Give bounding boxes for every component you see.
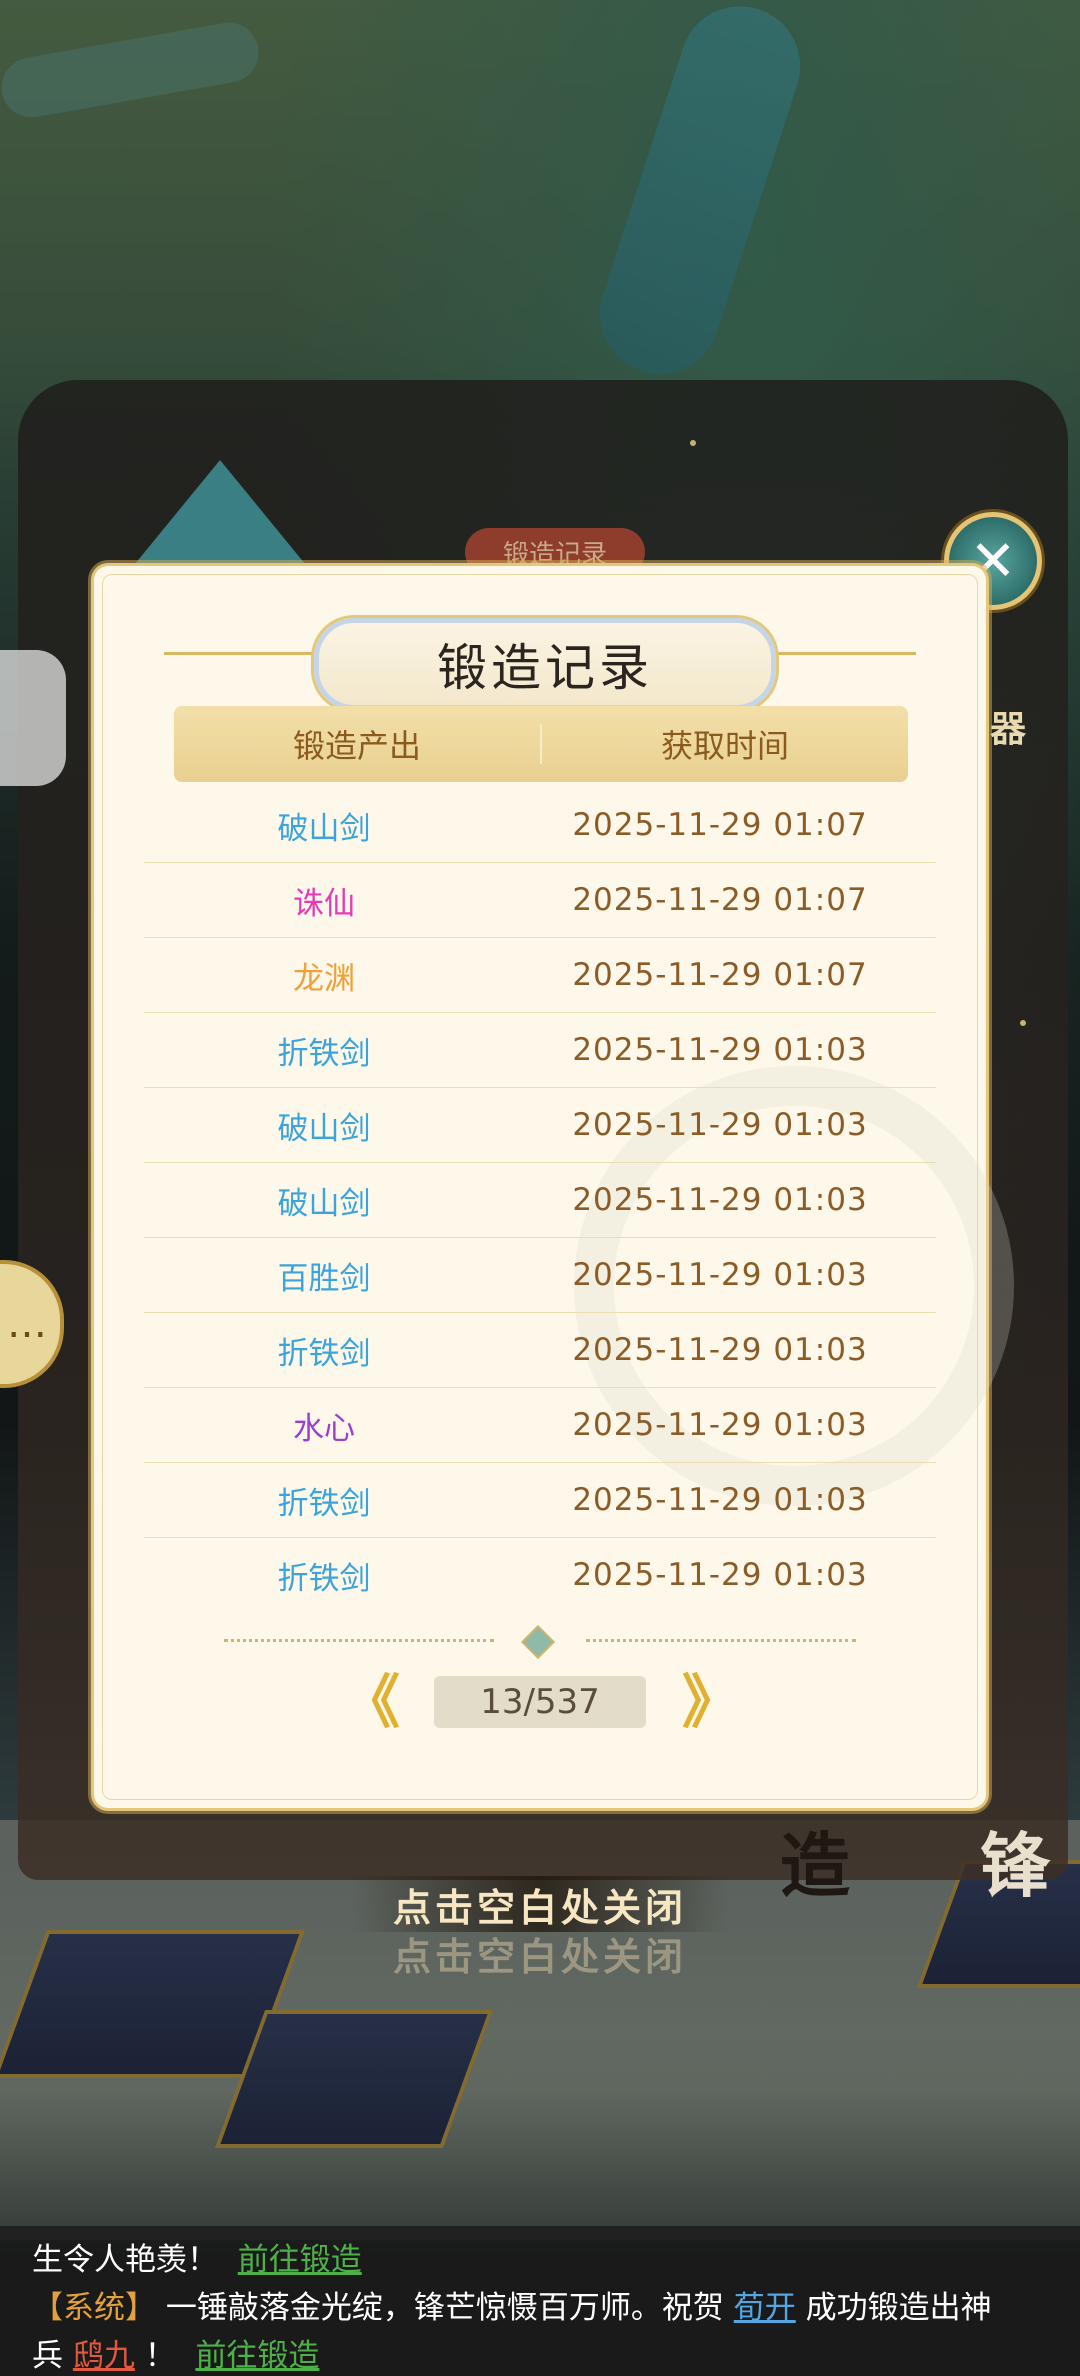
table-row: 折铁剑 2025-11-29 01:03 — [144, 1313, 936, 1388]
record-item-name: 折铁剑 — [277, 1035, 371, 1072]
forge-record-dialog: 锻造记录 锻造产出 获取时间 破山剑 2025-11-29 01:07 诛仙 2025… — [94, 566, 1014, 1808]
record-time: 2025-11-29 01:03 — [572, 1557, 868, 1593]
goto-forge-link[interactable]: 前往锻造 — [195, 2338, 319, 2374]
record-time: 2025-11-29 01:07 — [572, 882, 868, 918]
record-time: 2025-11-29 01:03 — [572, 1107, 868, 1143]
record-time: 2025-11-29 01:03 — [572, 1182, 868, 1218]
system-tag: 【系统】 — [32, 2290, 156, 2326]
prev-page-button[interactable]: 《 — [342, 1670, 400, 1734]
diamond-icon — [521, 1625, 555, 1659]
page-indicator: 13/537 — [434, 1676, 646, 1728]
chat-line: 【系统】 一锤敲落金光绽，锋芒惊慑百万师。祝贺 荀开 成功锻造出神 — [32, 2290, 992, 2326]
chat-line: 生令人艳羡！ 前往锻造 — [32, 2242, 362, 2278]
table-row: 水心 2025-11-29 01:03 — [144, 1388, 936, 1463]
record-item-name: 折铁剑 — [277, 1560, 371, 1597]
dialog-title-plate: 锻造记录 — [314, 618, 776, 710]
double-chevron-left-icon: 《 — [342, 1668, 401, 1736]
table-row: 百胜剑 2025-11-29 01:03 — [144, 1238, 936, 1313]
goto-forge-link[interactable]: 前往锻造 — [238, 2242, 362, 2278]
table-header: 锻造产出 获取时间 — [174, 706, 908, 782]
record-item-name: 破山剑 — [277, 1110, 371, 1147]
table-row: 龙渊 2025-11-29 01:07 — [144, 938, 936, 1013]
record-time: 2025-11-29 01:03 — [572, 1257, 868, 1293]
record-time: 2025-11-29 01:07 — [572, 957, 868, 993]
record-item-name: 诛仙 — [293, 885, 355, 922]
record-item-name: 折铁剑 — [277, 1485, 371, 1522]
record-list: 破山剑 2025-11-29 01:07 诛仙 2025-11-29 01:07 龙渊 2… — [144, 788, 936, 1612]
forge-sign-char: 锋 — [980, 1825, 1050, 1907]
record-time: 2025-11-29 01:03 — [572, 1032, 868, 1068]
divider-ornament — [224, 1625, 856, 1659]
background-label: 器 — [990, 709, 1027, 750]
next-page-button[interactable]: 》 — [682, 1670, 740, 1734]
record-item-name: 百胜剑 — [277, 1260, 371, 1297]
table-row: 诛仙 2025-11-29 01:07 — [144, 863, 936, 938]
mountain-ornament — [130, 460, 310, 570]
table-row: 破山剑 2025-11-29 01:03 — [144, 1088, 936, 1163]
tap-to-close-hint-reflection: 点击空白处关闭 — [392, 1934, 687, 1979]
system-chat-feed: 生令人艳羡！ 前往锻造 【系统】 一锤敲落金光绽，锋芒惊慑百万师。祝贺 荀开 成… — [0, 2226, 1080, 2376]
double-chevron-right-icon: 》 — [682, 1668, 741, 1736]
header-output: 锻造产出 — [292, 727, 421, 765]
table-row: 破山剑 2025-11-29 01:03 — [144, 1163, 936, 1238]
table-row: 折铁剑 2025-11-29 01:03 — [144, 1538, 936, 1612]
forge-sign-char: 造 — [780, 1825, 850, 1907]
header-time: 获取时间 — [660, 727, 789, 765]
record-time: 2025-11-29 01:03 — [572, 1332, 868, 1368]
record-item-name: 龙渊 — [293, 960, 355, 997]
item-name-link[interactable]: 鸱九 — [73, 2338, 135, 2374]
record-item-name: 破山剑 — [277, 1185, 371, 1222]
table-row: 折铁剑 2025-11-29 01:03 — [144, 1013, 936, 1088]
record-time: 2025-11-29 01:07 — [572, 807, 868, 843]
record-time: 2025-11-29 01:03 — [572, 1482, 868, 1518]
record-item-name: 破山剑 — [277, 810, 371, 847]
side-drawer-handle[interactable] — [0, 650, 66, 786]
table-row: 破山剑 2025-11-29 01:07 — [144, 788, 936, 863]
table-row: 折铁剑 2025-11-29 01:03 — [144, 1463, 936, 1538]
tap-to-close-hint[interactable]: 点击空白处关闭 — [350, 1876, 730, 1932]
record-item-name: 水心 — [293, 1410, 355, 1447]
chat-line: 兵 鸱九 ！ 前往锻造 — [32, 2338, 320, 2374]
record-time: 2025-11-29 01:03 — [572, 1407, 868, 1443]
dialog-title: 锻造记录 — [437, 639, 653, 697]
player-name-link[interactable]: 荀开 — [734, 2290, 796, 2326]
record-item-name: 折铁剑 — [277, 1335, 371, 1372]
